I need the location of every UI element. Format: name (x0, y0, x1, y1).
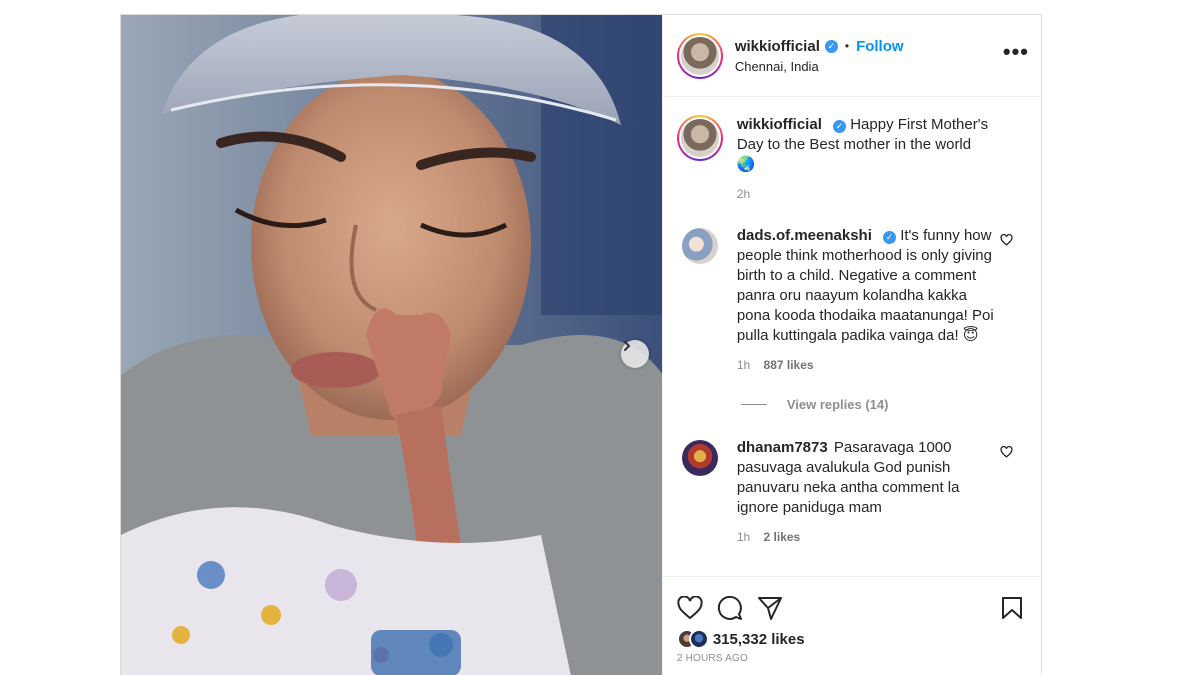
verified-icon: ✓ (824, 39, 838, 53)
commenter-username[interactable]: dads.of.meenakshi (737, 227, 872, 244)
comment-text: It's funny how people think motherhood i… (736, 227, 994, 344)
comment-likes[interactable]: 2 likes (764, 530, 801, 544)
save-icon[interactable] (1001, 596, 1023, 620)
post-actions: 315,332 likes 2 HOURS AGO (662, 576, 1041, 675)
post-side-panel: wikkiofficial ✓ • Follow Chennai, India … (661, 15, 1041, 675)
comment-time: 1h (736, 530, 751, 544)
post-header: wikkiofficial ✓ • Follow Chennai, India … (662, 15, 1041, 97)
comment-icon[interactable] (717, 595, 743, 621)
post-caption: wikkiofficial ✓ Happy First Mother's Day… (676, 97, 1027, 204)
more-options-icon[interactable]: ••• (1003, 39, 1029, 73)
separator-dot: • (844, 39, 850, 53)
next-photo-button[interactable] (621, 340, 649, 368)
commenter-username[interactable]: dhanam7873 (737, 439, 828, 456)
verified-icon: ✓ (833, 119, 847, 133)
commenter-avatar[interactable] (681, 228, 718, 264)
likes-count[interactable]: 315,332 likes (713, 631, 805, 648)
post-time: 2 HOURS AGO (676, 653, 748, 664)
post-photo[interactable] (121, 15, 662, 675)
caption-username[interactable]: wikkiofficial (737, 116, 822, 133)
view-replies-button[interactable]: View replies (14) (740, 397, 1027, 412)
post-location[interactable]: Chennai, India (735, 59, 1003, 74)
replies-divider (740, 404, 767, 405)
commenter-avatar[interactable] (681, 440, 718, 476)
caption-time: 2h (736, 187, 751, 201)
likes-summary[interactable]: 315,332 likes (676, 629, 1027, 649)
view-replies-label: View replies (14) (786, 397, 889, 412)
author-username[interactable]: wikkiofficial (735, 38, 820, 55)
instagram-post: wikkiofficial ✓ • Follow Chennai, India … (120, 14, 1042, 675)
heart-outline-icon[interactable] (1000, 446, 1013, 458)
verified-icon: ✓ (883, 230, 897, 244)
share-icon[interactable] (757, 595, 783, 621)
caption-avatar[interactable] (676, 115, 723, 161)
comment-item: dhanam7873 Pasaravaga 1000 pasuvaga aval… (677, 438, 1027, 547)
comment-item: dads.of.meenakshi ✓ It's funny how peopl… (677, 226, 1027, 375)
liker-avatar (688, 629, 709, 649)
follow-button[interactable]: Follow (856, 38, 904, 55)
comment-time: 1h (736, 358, 751, 372)
like-icon[interactable] (677, 596, 703, 620)
caption-emoji: 🌏 (736, 156, 756, 173)
chevron-right-icon (624, 341, 631, 351)
author-avatar[interactable] (676, 32, 723, 79)
heart-outline-icon[interactable] (1000, 234, 1013, 246)
comment-likes[interactable]: 887 likes (764, 358, 814, 372)
photo-illustration (121, 15, 662, 675)
comments-section: wikkiofficial ✓ Happy First Mother's Day… (663, 97, 1041, 576)
